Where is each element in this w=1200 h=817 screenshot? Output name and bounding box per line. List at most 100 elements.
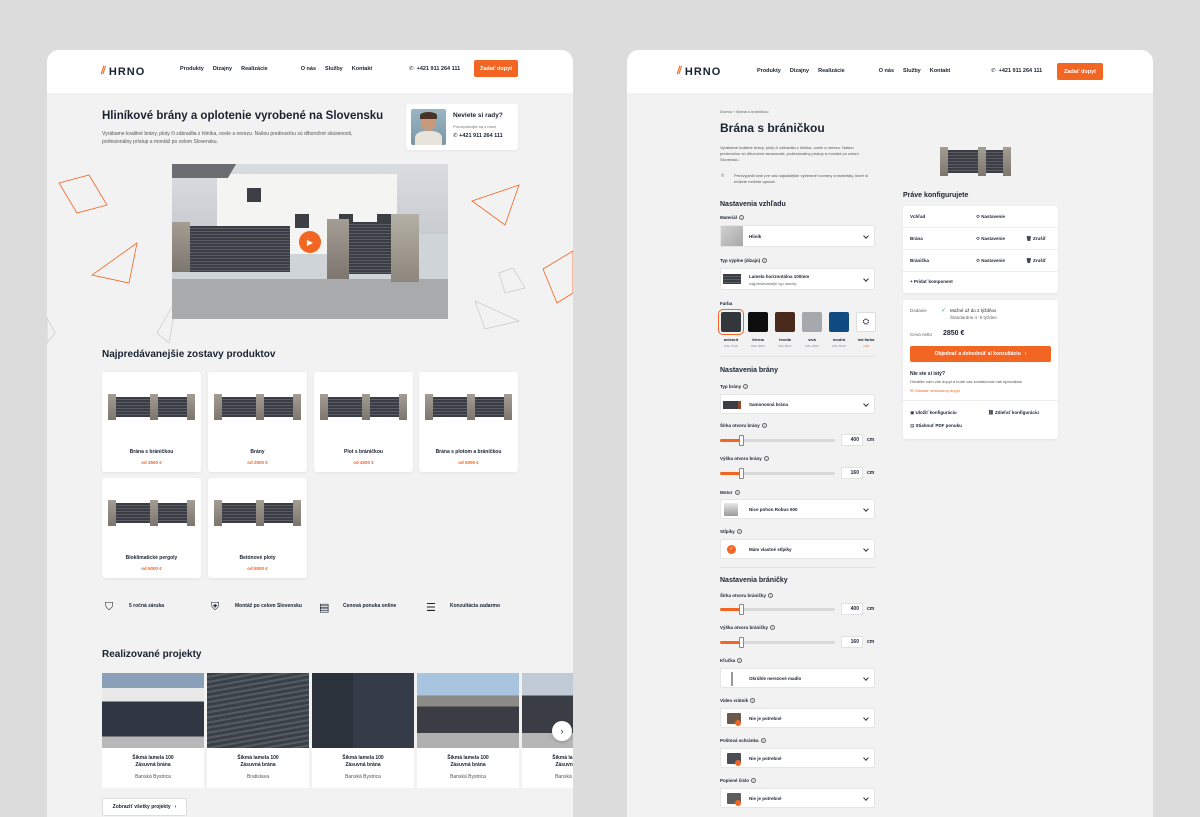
- all-projects-button[interactable]: Zobraziť všetky projekty ›: [102, 798, 187, 816]
- nav-kontakt[interactable]: Kontakt: [930, 68, 950, 74]
- share-config-button[interactable]: ⛓ Zdieľať konfiguráciu: [988, 410, 1039, 416]
- info-icon[interactable]: i: [761, 423, 767, 428]
- project-card[interactable]: Šikmá lamela 100Zásuvná brána Banská Byst…: [102, 673, 204, 788]
- project-image: [207, 673, 309, 748]
- play-icon[interactable]: ▶: [299, 231, 321, 253]
- wicket-height-slider[interactable]: [720, 637, 835, 648]
- hero-video[interactable]: ▶: [172, 164, 448, 319]
- nav-kontakt[interactable]: Kontakt: [352, 66, 372, 72]
- gate-width-slider[interactable]: [720, 435, 835, 446]
- component-settings-link[interactable]: ⚙ Nastavenie: [976, 258, 1005, 264]
- component-name: Bránička: [910, 258, 930, 263]
- wicket-height-input[interactable]: 160: [841, 636, 863, 648]
- advice-phone[interactable]: ✆ +421 911 264 111: [453, 133, 503, 139]
- brand-logo[interactable]: ⫽ HRNO: [101, 65, 145, 78]
- slider-handle[interactable]: [739, 468, 744, 479]
- component-row-branicka: Bránička ⚙ Nastavenie 🗑 Zrušiť: [903, 250, 1058, 272]
- header-phone[interactable]: ✆ +421 911 264 111: [409, 66, 460, 72]
- product-image: [425, 394, 512, 420]
- color-swatch[interactable]: [748, 312, 768, 332]
- nav-sluzby[interactable]: Služby: [325, 66, 343, 72]
- cta-button[interactable]: Zadať dopyt: [1057, 63, 1103, 80]
- project-image: [417, 673, 519, 748]
- material-select[interactable]: Hliník: [720, 225, 875, 247]
- video-select[interactable]: Nie je potrebné: [720, 708, 875, 728]
- info-icon[interactable]: i: [751, 778, 757, 783]
- brand-logo[interactable]: ⫽ HRNO: [677, 65, 721, 78]
- breadcrumb-home[interactable]: Domov: [720, 109, 733, 114]
- info-icon[interactable]: i: [763, 456, 769, 461]
- handle-select[interactable]: Okrúhle nerezové madlo: [720, 668, 875, 688]
- phone-icon: ✆: [991, 68, 996, 74]
- summary-card: Dodanie ✓ Možné už do 2 týždňov Štandard…: [903, 300, 1058, 439]
- nav-dizajny[interactable]: Dizajny: [213, 66, 232, 72]
- order-button[interactable]: Objednať a dohodnúť si konzultáciu ›: [910, 346, 1051, 362]
- nav-realizacie[interactable]: Realizácie: [818, 68, 845, 74]
- download-pdf-button[interactable]: ▤ Stiahnuť PDF ponuku: [910, 423, 962, 429]
- info-icon[interactable]: i: [750, 698, 756, 703]
- color-swatch[interactable]: [829, 312, 849, 332]
- number-select[interactable]: Nie je potrebné: [720, 788, 875, 808]
- info-icon[interactable]: i: [736, 529, 742, 534]
- component-remove-link[interactable]: 🗑 Zrušiť: [1026, 258, 1046, 264]
- project-card[interactable]: Šikmá lamela 100Zásuvná brána Banská Byst…: [312, 673, 414, 788]
- info-icon[interactable]: i: [743, 384, 749, 389]
- info-icon[interactable]: i: [737, 658, 743, 663]
- info-icon[interactable]: i: [762, 258, 768, 263]
- header-phone[interactable]: ✆ +421 911 264 111: [991, 68, 1042, 74]
- component-settings-link[interactable]: ⚙ Nastavenie: [976, 236, 1005, 242]
- component-remove-link[interactable]: 🗑 Zrušiť: [1026, 236, 1046, 242]
- project-card[interactable]: Šikmá lamela 100 Zásuvná brána Bratislava: [207, 673, 309, 788]
- color-swatch[interactable]: ⛭: [856, 312, 876, 332]
- nav-dizajny[interactable]: Dizajny: [790, 68, 809, 74]
- slider-handle[interactable]: [739, 637, 744, 648]
- projects-title: Realizované projekty: [102, 649, 202, 660]
- color-swatch[interactable]: [718, 309, 744, 335]
- nav-o-nas[interactable]: O nás: [301, 66, 316, 72]
- chevron-down-icon: [863, 755, 869, 761]
- material-label: Materiál i: [720, 215, 745, 220]
- slider-handle[interactable]: [739, 604, 744, 615]
- gate-width-input[interactable]: 400: [841, 434, 863, 446]
- color-code: RAL 7016: [724, 344, 738, 348]
- wicket-width-slider[interactable]: [720, 604, 835, 615]
- info-icon[interactable]: i: [768, 593, 774, 598]
- info-icon[interactable]: i: [734, 490, 740, 495]
- unsure-link[interactable]: ✉ Odoslať nezáväzný dopyt: [910, 388, 960, 393]
- nav-o-nas[interactable]: O nás: [879, 68, 894, 74]
- carousel-next-button[interactable]: ›: [552, 721, 572, 741]
- info-icon[interactable]: i: [760, 738, 766, 743]
- add-component-button[interactable]: + Pridať komponent: [910, 279, 953, 284]
- product-card[interactable]: Plot s bráničkou od 4500 €: [314, 372, 413, 472]
- info-icon[interactable]: i: [739, 215, 745, 220]
- fill-label-text: Typ výplne (dizajn): [720, 258, 761, 263]
- product-card[interactable]: Brány od 2500 €: [208, 372, 307, 472]
- project-card[interactable]: Šikmá lamela 100Zásuvná brána Banská Byst…: [417, 673, 519, 788]
- phone-number: +421 911 264 111: [998, 68, 1043, 74]
- gate-type-select[interactable]: Samonosná brána: [720, 394, 875, 414]
- gate-height-input[interactable]: 160: [841, 467, 863, 479]
- motor-select[interactable]: Nice pohon Robus 600: [720, 499, 875, 519]
- header: ⫽ HRNO Produkty Dizajny Realizácie O nás …: [627, 50, 1153, 93]
- color-swatch[interactable]: [775, 312, 795, 332]
- cta-button[interactable]: Zadať dopyt: [474, 60, 518, 77]
- fill-select[interactable]: Lamela horizontálna 100mm najpredávanejš…: [720, 268, 875, 290]
- posts-select[interactable]: ✓ Mám vlastné stĺpiky: [720, 539, 875, 559]
- wicket-width-input[interactable]: 400: [841, 603, 863, 615]
- color-swatch[interactable]: [802, 312, 822, 332]
- nav-produkty[interactable]: Produkty: [180, 66, 204, 72]
- info-icon[interactable]: i: [770, 625, 776, 630]
- nav-sluzby[interactable]: Služby: [903, 68, 921, 74]
- product-card[interactable]: Betónové ploty od 5000 €: [208, 478, 307, 578]
- slider-handle[interactable]: [739, 435, 744, 446]
- nav-realizacie[interactable]: Realizácie: [241, 66, 268, 72]
- save-config-button[interactable]: ▣ Uložiť konfiguráciu: [910, 410, 957, 416]
- posts-value: Mám vlastné stĺpiky: [749, 547, 792, 552]
- mailbox-select[interactable]: Nie je potrebné: [720, 748, 875, 768]
- product-card[interactable]: Brána s plotom a bráničkou od 5000 €: [419, 372, 518, 472]
- component-settings-link[interactable]: ⚙ Nastavenie: [976, 214, 1005, 220]
- product-card[interactable]: Brána s bráničkou od 3500 €: [102, 372, 201, 472]
- nav-produkty[interactable]: Produkty: [757, 68, 781, 74]
- gate-height-slider[interactable]: [720, 468, 835, 479]
- product-card[interactable]: Bioklimatické pergoly od 5000 €: [102, 478, 201, 578]
